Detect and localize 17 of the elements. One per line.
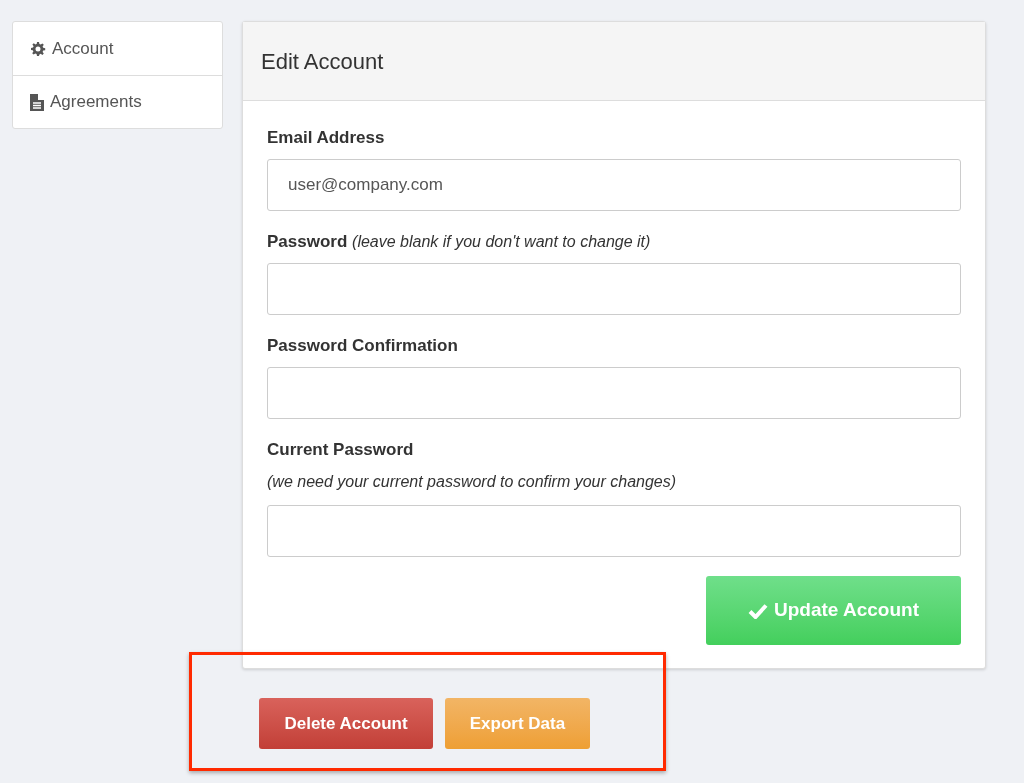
delete-button[interactable]: Delete Account xyxy=(259,698,433,749)
sidebar-item[interactable]: Agreements xyxy=(13,75,222,128)
input-field[interactable] xyxy=(267,367,961,419)
document-icon xyxy=(30,93,44,111)
field-label: Password Confirmation xyxy=(267,336,458,355)
input-field[interactable] xyxy=(267,263,961,315)
sidebar-item[interactable]: Account xyxy=(13,22,222,75)
gear-icon xyxy=(30,40,46,57)
panel-title: Edit Account xyxy=(261,47,384,76)
checkmark-icon xyxy=(748,602,769,619)
field-hint: (we need your current password to confirm your changes) xyxy=(267,473,677,490)
field-hint: (leave blank if you don't want to change it) xyxy=(352,233,651,250)
field-label: Email Address xyxy=(267,128,385,147)
field-label: Password xyxy=(267,232,348,251)
field-label: Current Password xyxy=(267,440,414,459)
input-field[interactable] xyxy=(267,505,961,557)
input-field[interactable]: user@company.com xyxy=(267,159,961,211)
